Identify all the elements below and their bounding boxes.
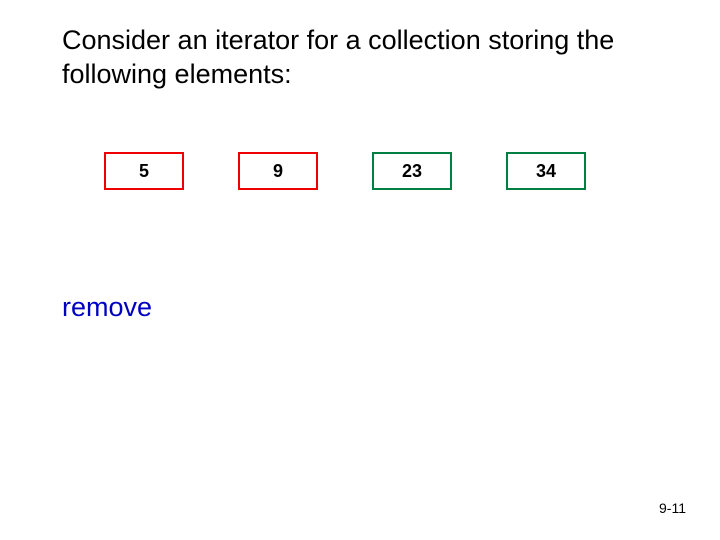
collection-cell-3: 34 (506, 152, 586, 190)
operation-label: remove (62, 292, 152, 323)
collection-cell-1: 9 (238, 152, 318, 190)
page-number: 9-11 (659, 500, 686, 516)
collection-cell-0: 5 (104, 152, 184, 190)
slide-title: Consider an iterator for a collection st… (62, 24, 662, 92)
slide: Consider an iterator for a collection st… (0, 0, 720, 540)
collection-cell-2: 23 (372, 152, 452, 190)
collection-row: 5 9 23 34 (104, 152, 586, 190)
